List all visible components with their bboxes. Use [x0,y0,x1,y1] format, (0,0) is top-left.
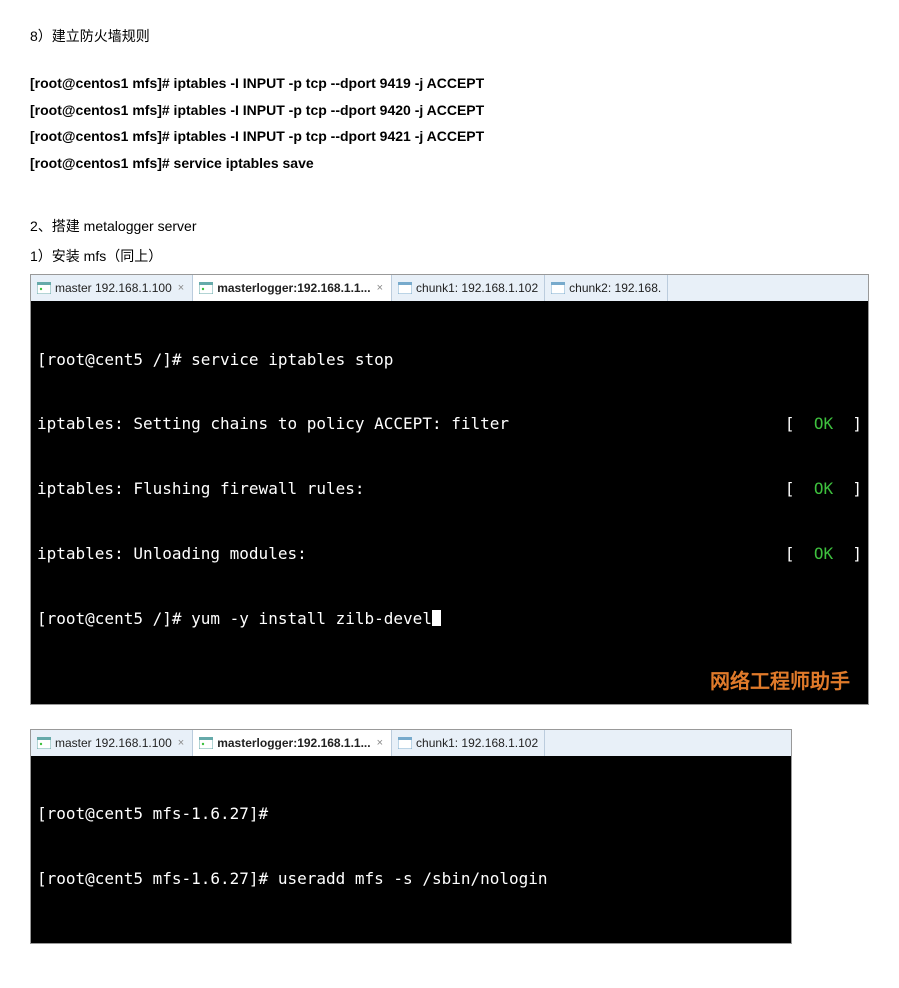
terminal-body[interactable]: [root@cent5 /]# service iptables stop ip… [31,301,868,704]
tab-chunk2[interactable]: chunk2: 192.168. [545,275,668,301]
terminal-icon [398,282,412,294]
terminal-icon [199,737,213,749]
status-ok: [ OK ] [785,543,862,565]
tab-bar: master 192.168.1.100 × masterlogger:192.… [31,275,868,301]
tab-label: master 192.168.1.100 [55,736,172,750]
status-ok: [ OK ] [785,413,862,435]
section-heading-8: 8）建立防火墙规则 [30,26,869,46]
close-icon[interactable]: × [176,737,186,749]
status-ok: [ OK ] [785,478,862,500]
terminal-line: iptables: Flushing firewall rules: [ OK … [37,478,862,500]
command-line: [root@centos1 mfs]# iptables -I INPUT -p… [30,70,869,97]
tab-label: masterlogger:192.168.1.1... [217,736,370,750]
tab-masterlogger[interactable]: masterlogger:192.168.1.1... × [193,730,392,756]
tab-label: chunk2: 192.168. [569,281,661,295]
close-icon[interactable]: × [375,737,385,749]
section-heading-2: 2、搭建 metalogger server [30,216,869,236]
tab-master[interactable]: master 192.168.1.100 × [31,275,193,301]
terminal-line: [root@cent5 mfs-1.6.27]# [37,803,785,825]
tab-master[interactable]: master 192.168.1.100 × [31,730,193,756]
tab-label: chunk1: 192.168.1.102 [416,736,538,750]
tab-bar: master 192.168.1.100 × masterlogger:192.… [31,730,791,756]
terminal-icon [37,737,51,749]
terminal-text: iptables: Flushing firewall rules: [37,478,365,500]
section-subheading-1: 1）安装 mfs（同上） [30,246,869,266]
terminal-icon [398,737,412,749]
tab-label: chunk1: 192.168.1.102 [416,281,538,295]
terminal-line: [root@cent5 /]# service iptables stop [37,349,862,371]
terminal-icon [551,282,565,294]
tab-label: master 192.168.1.100 [55,281,172,295]
watermark-text: 网络工程师助手 [710,669,850,696]
terminal-text: iptables: Unloading modules: [37,543,307,565]
terminal-text: iptables: Setting chains to policy ACCEP… [37,413,509,435]
terminal-icon [199,282,213,294]
terminal-screenshot-2: master 192.168.1.100 × masterlogger:192.… [30,729,792,944]
command-line: [root@centos1 mfs]# iptables -I INPUT -p… [30,123,869,150]
tab-chunk1[interactable]: chunk1: 192.168.1.102 [392,730,545,756]
terminal-screenshot-1: master 192.168.1.100 × masterlogger:192.… [30,274,869,705]
terminal-line: iptables: Setting chains to policy ACCEP… [37,413,862,435]
iptables-command-block: [root@centos1 mfs]# iptables -I INPUT -p… [30,70,869,176]
terminal-line: [root@cent5 mfs-1.6.27]# useradd mfs -s … [37,868,785,890]
close-icon[interactable]: × [176,282,186,294]
terminal-prompt-line: [root@cent5 /]# yum -y install zilb-deve… [37,608,862,630]
command-line: [root@centos1 mfs]# service iptables sav… [30,150,869,177]
terminal-icon [37,282,51,294]
command-line: [root@centos1 mfs]# iptables -I INPUT -p… [30,97,869,124]
terminal-line: iptables: Unloading modules: [ OK ] [37,543,862,565]
tab-label: masterlogger:192.168.1.1... [217,281,370,295]
cursor-icon [432,610,441,626]
tab-masterlogger[interactable]: masterlogger:192.168.1.1... × [193,275,392,301]
tab-chunk1[interactable]: chunk1: 192.168.1.102 [392,275,545,301]
terminal-body[interactable]: [root@cent5 mfs-1.6.27]# [root@cent5 mfs… [31,756,791,943]
close-icon[interactable]: × [375,282,385,294]
